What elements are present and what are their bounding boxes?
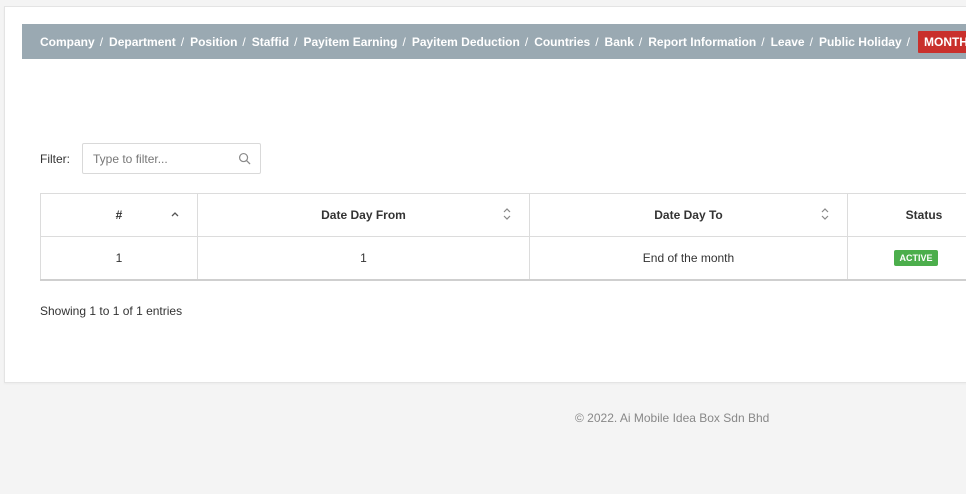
breadcrumb-separator: / — [595, 34, 599, 49]
sort-icon[interactable] — [502, 207, 512, 221]
cell-date-day-to: End of the month — [529, 236, 848, 281]
breadcrumb-position[interactable]: Position — [190, 35, 237, 49]
breadcrumb-separator: / — [402, 34, 406, 49]
column-header-date-day-to[interactable]: Date Day To — [529, 193, 848, 237]
table-header-row: # Date Day From Date Day To Status — [40, 193, 966, 237]
breadcrumb-payitem-deduction[interactable]: Payitem Deduction — [412, 35, 520, 49]
search-icon[interactable] — [238, 152, 251, 165]
breadcrumb-separator: / — [180, 34, 185, 49]
cell-status: ACTIVE — [847, 236, 966, 281]
column-header-date-day-from[interactable]: Date Day From — [197, 193, 530, 237]
monthcycle-table: # Date Day From Date Day To Status 1 1 E… — [40, 193, 966, 281]
breadcrumb-monthcycle-active[interactable]: MONTHCYCLE — [917, 30, 966, 53]
footer-copyright: © 2022. Ai Mobile Idea Box Sdn Bhd — [575, 411, 770, 425]
breadcrumb-staffid[interactable]: Staffid — [252, 35, 289, 49]
filter-label: Filter: — [40, 152, 70, 166]
column-header-label: # — [115, 208, 123, 222]
table-row[interactable]: 1 1 End of the month ACTIVE — [40, 236, 966, 281]
column-header-label: Date Day To — [654, 208, 723, 222]
breadcrumb-separator: / — [809, 34, 813, 49]
breadcrumb-bank[interactable]: Bank — [605, 35, 634, 49]
breadcrumb-separator: / — [638, 34, 643, 49]
table-info: Showing 1 to 1 of 1 entries — [40, 304, 183, 318]
column-header-label: Date Day From — [321, 208, 406, 222]
column-header-number[interactable]: # — [40, 193, 198, 237]
breadcrumb-leave[interactable]: Leave — [771, 35, 805, 49]
breadcrumb-payitem-earning[interactable]: Payitem Earning — [303, 35, 397, 49]
sort-icon[interactable] — [820, 207, 830, 221]
breadcrumb-company[interactable]: Company — [40, 35, 95, 49]
breadcrumb-department[interactable]: Department — [109, 35, 176, 49]
breadcrumb-public-holiday[interactable]: Public Holiday — [819, 35, 902, 49]
column-header-status[interactable]: Status — [847, 193, 966, 237]
status-badge: ACTIVE — [894, 250, 938, 266]
breadcrumb-report-information[interactable]: Report Information — [648, 35, 756, 49]
cell-date-day-from: 1 — [197, 236, 530, 281]
sort-ascending-icon[interactable] — [170, 207, 180, 221]
breadcrumb-separator: / — [242, 34, 246, 49]
column-header-label: Status — [905, 208, 943, 222]
breadcrumb-separator: / — [906, 34, 910, 49]
breadcrumb-countries[interactable]: Countries — [534, 35, 590, 49]
filter-input[interactable] — [93, 151, 233, 167]
breadcrumb: Company / Department / Position / Staffid / … — [22, 24, 966, 59]
breadcrumb-separator: / — [99, 34, 104, 49]
breadcrumb-separator: / — [524, 34, 529, 49]
breadcrumb-separator: / — [294, 34, 298, 49]
cell-number: 1 — [40, 236, 198, 281]
filter-field[interactable] — [82, 143, 261, 174]
breadcrumb-separator: / — [761, 34, 765, 49]
